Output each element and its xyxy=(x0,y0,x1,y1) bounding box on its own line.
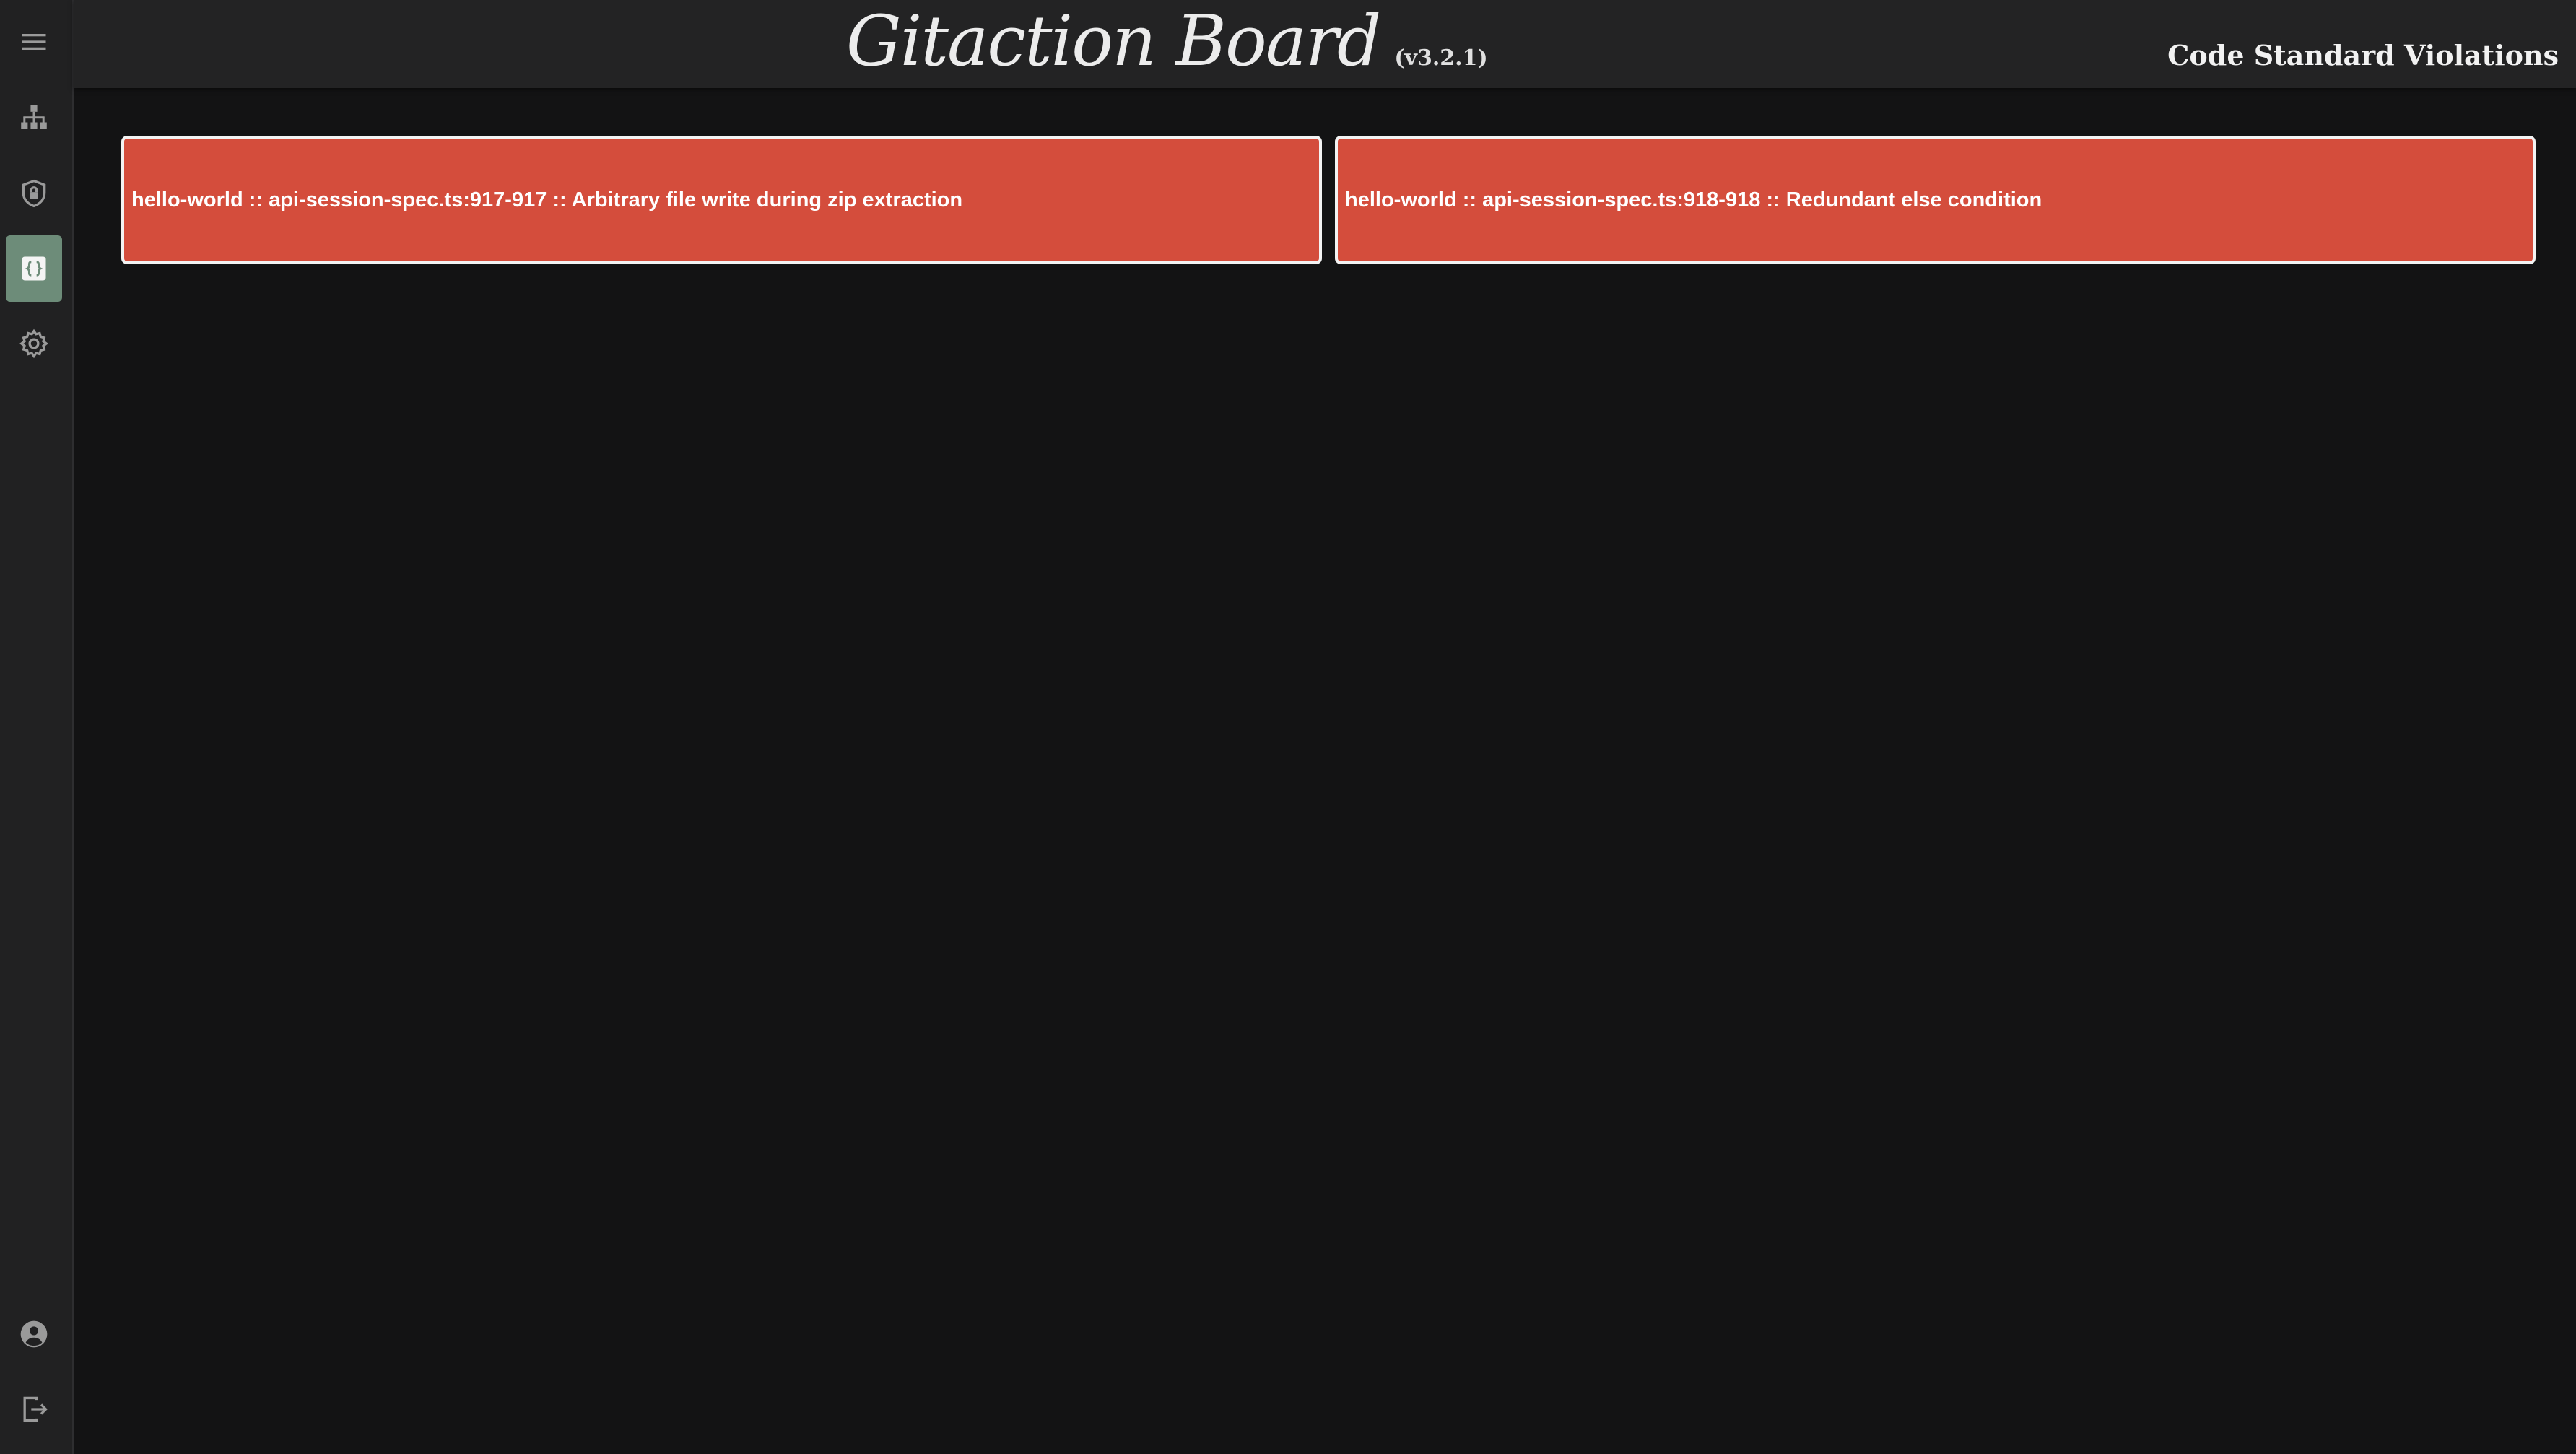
page-title: Code Standard Violations xyxy=(2167,39,2559,71)
brand: Gitaction Board (v3.2.1) xyxy=(846,1,1488,81)
logout-button[interactable] xyxy=(6,1376,62,1442)
app-version: (v3.2.1) xyxy=(1394,45,1488,71)
logout-icon xyxy=(23,1396,48,1422)
top-bar: Gitaction Board (v3.2.1) Code Standard V… xyxy=(74,0,2576,88)
violation-card[interactable]: hello-world :: api-session-spec.ts:918-9… xyxy=(1335,136,2536,264)
sidebar-item-repositories[interactable] xyxy=(6,85,62,152)
app-title: Gitaction Board xyxy=(846,1,1381,82)
sidebar-item-settings[interactable] xyxy=(6,310,62,377)
violation-label: hello-world :: api-session-spec.ts:917-9… xyxy=(131,188,963,212)
account-button[interactable] xyxy=(6,1301,62,1367)
violations-list: hello-world :: api-session-spec.ts:917-9… xyxy=(121,136,2536,264)
sidebar-item-security[interactable] xyxy=(6,160,62,227)
menu-button[interactable] xyxy=(6,9,62,75)
violation-card[interactable]: hello-world :: api-session-spec.ts:917-9… xyxy=(121,136,1322,264)
violation-label: hello-world :: api-session-spec.ts:918-9… xyxy=(1345,188,2042,212)
shield-lock-icon xyxy=(22,179,46,208)
code-braces-icon xyxy=(22,256,46,281)
sidebar-item-code-standards[interactable] xyxy=(6,235,62,302)
menu-icon xyxy=(22,34,46,50)
sitemap-icon xyxy=(21,105,47,129)
gear-icon xyxy=(19,328,49,359)
sidebar xyxy=(0,0,74,1454)
account-circle-icon xyxy=(20,1320,48,1348)
